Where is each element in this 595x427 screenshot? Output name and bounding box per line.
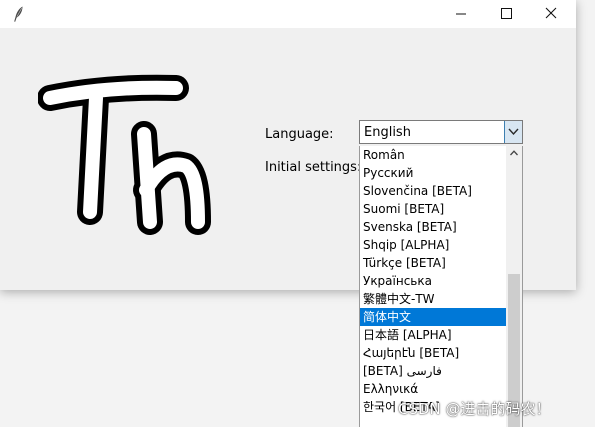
chevron-up-icon	[510, 150, 518, 156]
th-logo	[37, 72, 218, 242]
list-item[interactable]: Türkçe [BETA]	[360, 254, 506, 272]
dropdown-scrollbar[interactable]	[506, 146, 522, 427]
minimize-icon	[456, 13, 466, 15]
list-item[interactable]: Ελληνικά	[360, 380, 506, 398]
list-item[interactable]: Svenska [BETA]	[360, 218, 506, 236]
minimize-button[interactable]	[438, 0, 484, 28]
list-item[interactable]: Українська	[360, 272, 506, 290]
maximize-icon	[501, 8, 512, 19]
list-item[interactable]: Shqip [ALPHA]	[360, 236, 506, 254]
language-selected-value: English	[364, 125, 411, 140]
feather-icon	[10, 5, 28, 23]
list-item[interactable]: Român	[360, 146, 506, 164]
list-item[interactable]: Slovenčina [BETA]	[360, 182, 506, 200]
language-label: Language:	[265, 127, 334, 142]
maximize-button[interactable]	[484, 0, 530, 28]
chevron-down-icon	[508, 128, 519, 136]
list-item-selected[interactable]: 简体中文	[360, 308, 506, 326]
language-combobox[interactable]: English	[359, 120, 523, 144]
list-item[interactable]: Suomi [BETA]	[360, 200, 506, 218]
initial-settings-label: Initial settings:	[265, 160, 362, 175]
watermark-text: CSDN @进击的码农！	[398, 400, 551, 418]
scroll-up-button[interactable]	[506, 146, 522, 162]
list-item[interactable]: 日本語 [ALPHA]	[360, 326, 506, 344]
close-button[interactable]	[530, 0, 576, 28]
combobox-dropdown-button[interactable]	[504, 121, 522, 143]
close-icon	[545, 7, 557, 19]
list-item[interactable]: [BETA] فارسی	[360, 362, 506, 380]
list-item[interactable]: Հայերէն [BETA]	[360, 344, 506, 362]
list-item[interactable]: 繁體中文-TW	[360, 290, 506, 308]
language-dropdown-list[interactable]: Român Русский Slovenčina [BETA] Suomi [B…	[359, 146, 523, 427]
title-bar[interactable]	[0, 0, 576, 28]
list-item[interactable]: Русский	[360, 164, 506, 182]
